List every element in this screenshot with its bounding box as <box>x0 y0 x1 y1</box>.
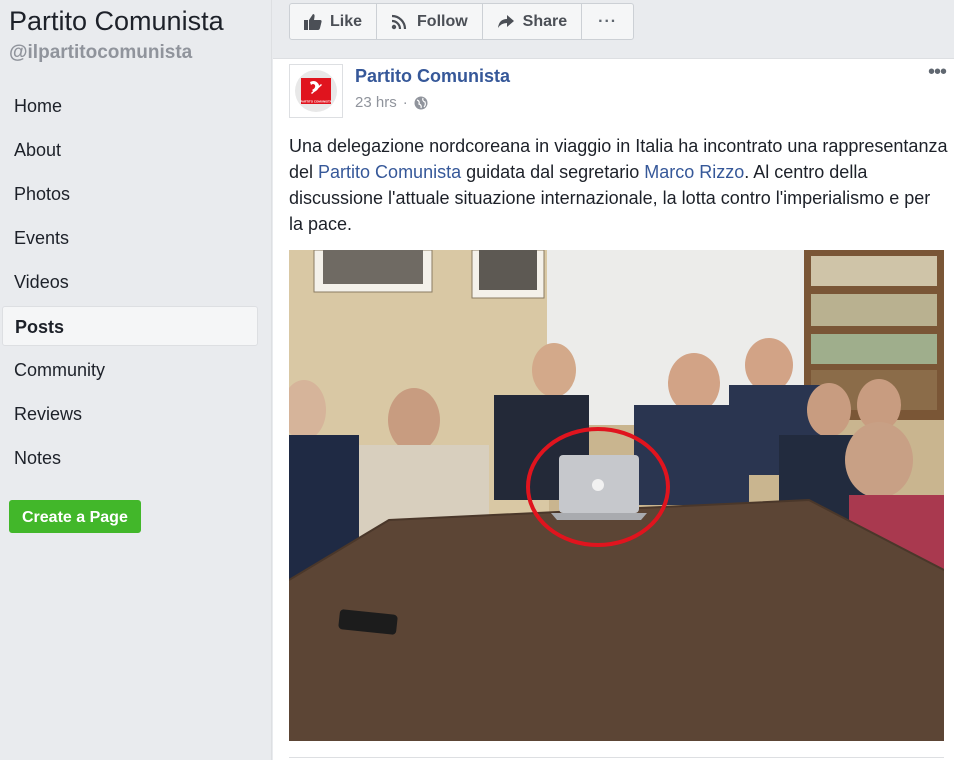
nav-item-posts[interactable]: Posts <box>2 306 258 346</box>
post-photo[interactable] <box>289 250 944 741</box>
nav-item-videos[interactable]: Videos <box>2 260 258 304</box>
post-divider <box>289 757 944 758</box>
more-actions-button[interactable]: ··· <box>582 4 633 39</box>
post-options-icon[interactable]: ••• <box>928 61 947 84</box>
globe-icon <box>414 96 428 109</box>
follow-label: Follow <box>417 12 468 30</box>
post-card: PARTITO COMUNISTA Partito Comunista 23 h… <box>273 58 954 760</box>
nav-item-home[interactable]: Home <box>2 84 258 128</box>
nav-item-about[interactable]: About <box>2 128 258 172</box>
share-button[interactable]: Share <box>483 4 583 39</box>
share-arrow-icon <box>497 14 514 28</box>
rss-icon <box>391 14 407 29</box>
post-author[interactable]: Partito Comunista <box>355 66 510 87</box>
svg-text:PARTITO COMUNISTA: PARTITO COMUNISTA <box>300 100 332 104</box>
like-label: Like <box>330 12 363 30</box>
meeting-photo-illustration <box>289 250 944 741</box>
post-message: Una delegazione nordcoreana in viaggio i… <box>289 136 948 234</box>
nav-item-notes[interactable]: Notes <box>2 436 258 480</box>
link-marco-rizzo[interactable]: Marco Rizzo <box>644 162 744 182</box>
post-timestamp[interactable]: 23 hrs <box>355 94 397 111</box>
like-button[interactable]: Like <box>290 4 378 39</box>
post-meta: 23 hrs · <box>355 94 428 111</box>
share-label: Share <box>522 12 568 30</box>
party-logo-icon: PARTITO COMUNISTA <box>300 78 333 104</box>
page-handle[interactable]: @ilpartitocomunista <box>9 42 192 64</box>
nav-item-reviews[interactable]: Reviews <box>2 392 258 436</box>
nav-item-events[interactable]: Events <box>2 216 258 260</box>
follow-button[interactable]: Follow <box>377 4 483 39</box>
left-sidebar: Partito Comunista @ilpartitocomunista Ho… <box>0 0 272 760</box>
page-avatar[interactable]: PARTITO COMUNISTA <box>289 64 343 118</box>
link-partito-comunista[interactable]: Partito Comunista <box>318 162 461 182</box>
page-action-bar: Like Follow Share ··· <box>289 3 635 40</box>
page-name[interactable]: Partito Comunista <box>9 6 224 37</box>
page-nav: Home About Photos Events Videos Posts Co… <box>2 84 258 480</box>
more-dots-icon: ··· <box>598 12 618 30</box>
nav-item-community[interactable]: Community <box>2 348 258 392</box>
thumbs-up-icon <box>304 13 322 30</box>
nav-item-photos[interactable]: Photos <box>2 172 258 216</box>
create-page-button[interactable]: Create a Page <box>9 500 141 533</box>
